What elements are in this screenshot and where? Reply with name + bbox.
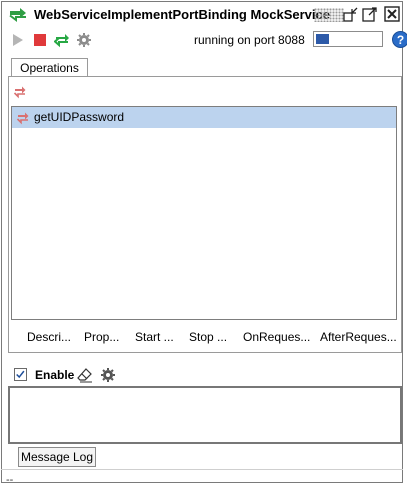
maximize-icon[interactable] — [362, 6, 378, 22]
title-bar: WebServiceImplementPortBinding MockServi… — [6, 4, 402, 26]
operation-icon[interactable] — [13, 85, 27, 99]
list-item[interactable]: getUIDPassword — [12, 107, 396, 128]
tab-message-log[interactable]: Message Log — [18, 447, 96, 467]
minimize-icon[interactable] — [343, 6, 359, 22]
settings-icon[interactable] — [76, 32, 92, 48]
onrequest-script-button[interactable]: OnReques... — [243, 330, 310, 344]
toolbar: running on port 8088 ? — [8, 30, 407, 52]
status-bar-text: -- — [6, 474, 14, 486]
stop-script-button[interactable]: Stop ... — [189, 330, 227, 344]
eraser-icon[interactable] — [77, 367, 93, 383]
properties-button[interactable]: Prop... — [84, 330, 119, 344]
checkmark-icon — [16, 370, 25, 379]
operation-icon — [16, 112, 29, 125]
title-grip[interactable] — [314, 8, 344, 22]
start-script-button[interactable]: Start ... — [135, 330, 174, 344]
close-icon[interactable] — [384, 6, 400, 22]
tab-strip: Operations — [7, 57, 403, 77]
tab-operations[interactable]: Operations — [11, 58, 88, 77]
mockservice-icon — [9, 8, 26, 22]
restart-icon[interactable] — [54, 32, 70, 48]
enable-label: Enable — [35, 368, 75, 382]
operations-panel: getUIDPassword Descri... Prop... Start .… — [8, 76, 402, 353]
progress-bar — [313, 31, 383, 47]
afterrequest-script-button[interactable]: AfterReques... — [320, 330, 397, 344]
window-title: WebServiceImplementPortBinding MockServi… — [34, 7, 330, 22]
operation-actions: Descri... Prop... Start ... Stop ... OnR… — [9, 328, 403, 348]
log-options: Enable — [13, 367, 213, 385]
settings-icon[interactable] — [100, 367, 116, 383]
enable-checkbox[interactable] — [14, 368, 27, 381]
operation-label: getUIDPassword — [34, 110, 125, 124]
description-button[interactable]: Descri... — [27, 330, 71, 344]
stop-icon[interactable] — [32, 32, 48, 48]
operations-list: getUIDPassword — [11, 106, 397, 320]
progress-fill — [316, 34, 329, 44]
status-divider — [1, 469, 403, 470]
run-icon[interactable] — [10, 32, 26, 48]
server-status: running on port 8088 — [194, 33, 305, 47]
help-icon[interactable]: ? — [392, 31, 407, 48]
message-log-area[interactable] — [8, 386, 402, 444]
